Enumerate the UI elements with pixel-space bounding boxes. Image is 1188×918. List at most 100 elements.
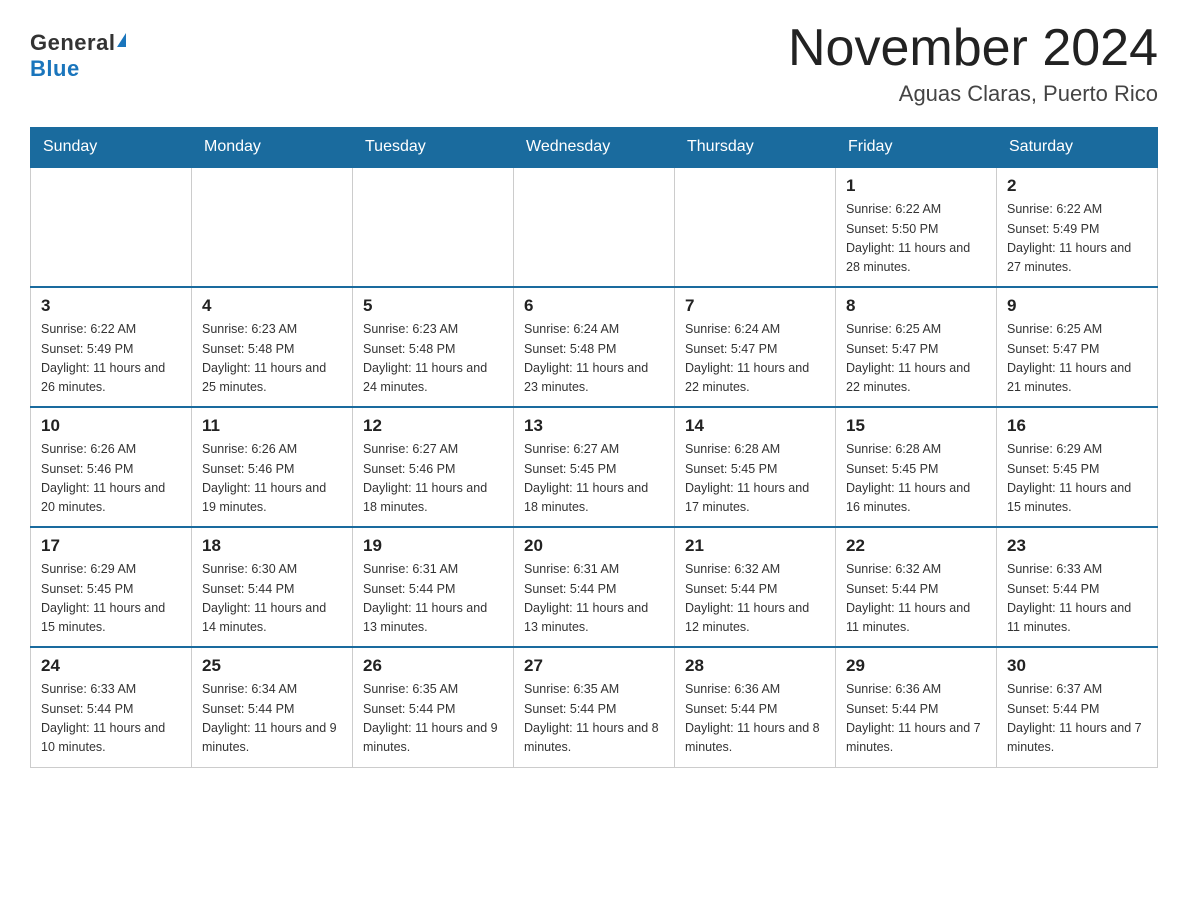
day-number: 13 (524, 416, 664, 436)
day-number: 28 (685, 656, 825, 676)
day-number: 4 (202, 296, 342, 316)
logo-triangle-icon (117, 33, 126, 47)
day-number: 23 (1007, 536, 1147, 556)
day-number: 14 (685, 416, 825, 436)
week-row-5: 24Sunrise: 6:33 AMSunset: 5:44 PMDayligh… (31, 647, 1158, 767)
weekday-header-wednesday: Wednesday (514, 128, 675, 168)
weekday-header-tuesday: Tuesday (353, 128, 514, 168)
calendar-cell: 18 Sunrise: 6:30 AMSunset: 5:44 PMDayligh… (192, 527, 353, 647)
calendar-cell (675, 167, 836, 287)
day-info: Sunrise: 6:37 AMSunset: 5:44 PMDaylight:… (1007, 680, 1147, 758)
day-info: Sunrise: 6:31 AMSunset: 5:44 PMDaylight:… (363, 560, 503, 638)
day-info: Sunrise: 6:22 AMSunset: 5:49 PMDaylight:… (1007, 200, 1147, 278)
day-number: 27 (524, 656, 664, 676)
day-info: Sunrise: 6:24 AMSunset: 5:47 PMDaylight:… (685, 320, 825, 398)
day-info: Sunrise: 6:33 AMSunset: 5:44 PMDaylight:… (41, 680, 181, 758)
calendar-cell: 28 Sunrise: 6:36 AMSunset: 5:44 PMDayligh… (675, 647, 836, 767)
calendar-cell (353, 167, 514, 287)
day-number: 19 (363, 536, 503, 556)
calendar-cell: 14 Sunrise: 6:28 AMSunset: 5:45 PMDayligh… (675, 407, 836, 527)
page-header: General Blue November 2024 Aguas Claras,… (30, 20, 1158, 107)
calendar-cell: 3Sunrise: 6:22 AMSunset: 5:49 PMDaylight… (31, 287, 192, 407)
day-number: 5 (363, 296, 503, 316)
day-info: Sunrise: 6:32 AMSunset: 5:44 PMDaylight:… (685, 560, 825, 638)
location-title: Aguas Claras, Puerto Rico (788, 81, 1158, 107)
day-number: 20 (524, 536, 664, 556)
day-number: 15 (846, 416, 986, 436)
day-info: Sunrise: 6:28 AMSunset: 5:45 PMDaylight:… (685, 440, 825, 518)
calendar-cell: 29 Sunrise: 6:36 AMSunset: 5:44 PMDayligh… (836, 647, 997, 767)
calendar-cell: 9Sunrise: 6:25 AMSunset: 5:47 PMDaylight… (997, 287, 1158, 407)
day-number: 12 (363, 416, 503, 436)
day-info: Sunrise: 6:34 AMSunset: 5:44 PMDaylight:… (202, 680, 342, 758)
calendar-cell: 30 Sunrise: 6:37 AMSunset: 5:44 PMDayligh… (997, 647, 1158, 767)
calendar-cell: 10 Sunrise: 6:26 AMSunset: 5:46 PMDayligh… (31, 407, 192, 527)
day-info: Sunrise: 6:36 AMSunset: 5:44 PMDaylight:… (846, 680, 986, 758)
calendar-table: SundayMondayTuesdayWednesdayThursdayFrid… (30, 127, 1158, 768)
day-info: Sunrise: 6:27 AMSunset: 5:45 PMDaylight:… (524, 440, 664, 518)
weekday-header-friday: Friday (836, 128, 997, 168)
calendar-cell (192, 167, 353, 287)
day-number: 22 (846, 536, 986, 556)
day-info: Sunrise: 6:23 AMSunset: 5:48 PMDaylight:… (363, 320, 503, 398)
weekday-header-row: SundayMondayTuesdayWednesdayThursdayFrid… (31, 128, 1158, 168)
day-number: 11 (202, 416, 342, 436)
calendar-cell: 19 Sunrise: 6:31 AMSunset: 5:44 PMDayligh… (353, 527, 514, 647)
day-number: 30 (1007, 656, 1147, 676)
day-info: Sunrise: 6:32 AMSunset: 5:44 PMDaylight:… (846, 560, 986, 638)
day-number: 7 (685, 296, 825, 316)
day-number: 9 (1007, 296, 1147, 316)
calendar-cell: 17Sunrise: 6:29 AMSunset: 5:45 PMDayligh… (31, 527, 192, 647)
calendar-cell: 27 Sunrise: 6:35 AMSunset: 5:44 PMDayligh… (514, 647, 675, 767)
day-info: Sunrise: 6:35 AMSunset: 5:44 PMDaylight:… (363, 680, 503, 758)
weekday-header-thursday: Thursday (675, 128, 836, 168)
month-title: November 2024 (788, 20, 1158, 77)
day-number: 25 (202, 656, 342, 676)
day-number: 6 (524, 296, 664, 316)
day-number: 16 (1007, 416, 1147, 436)
calendar-cell: 8 Sunrise: 6:25 AMSunset: 5:47 PMDaylight… (836, 287, 997, 407)
calendar-cell: 22 Sunrise: 6:32 AMSunset: 5:44 PMDayligh… (836, 527, 997, 647)
day-number: 21 (685, 536, 825, 556)
day-number: 1 (846, 176, 986, 196)
day-info: Sunrise: 6:29 AMSunset: 5:45 PMDaylight:… (1007, 440, 1147, 518)
day-info: Sunrise: 6:30 AMSunset: 5:44 PMDaylight:… (202, 560, 342, 638)
calendar-cell: 7 Sunrise: 6:24 AMSunset: 5:47 PMDaylight… (675, 287, 836, 407)
day-info: Sunrise: 6:22 AMSunset: 5:49 PMDaylight:… (41, 320, 181, 398)
day-info: Sunrise: 6:35 AMSunset: 5:44 PMDaylight:… (524, 680, 664, 758)
calendar-cell: 21 Sunrise: 6:32 AMSunset: 5:44 PMDayligh… (675, 527, 836, 647)
day-number: 8 (846, 296, 986, 316)
week-row-3: 10 Sunrise: 6:26 AMSunset: 5:46 PMDayligh… (31, 407, 1158, 527)
day-info: Sunrise: 6:26 AMSunset: 5:46 PMDaylight:… (202, 440, 342, 518)
logo-blue-text: Blue (30, 56, 80, 82)
day-info: Sunrise: 6:25 AMSunset: 5:47 PMDaylight:… (846, 320, 986, 398)
week-row-2: 3Sunrise: 6:22 AMSunset: 5:49 PMDaylight… (31, 287, 1158, 407)
calendar-cell: 11 Sunrise: 6:26 AMSunset: 5:46 PMDayligh… (192, 407, 353, 527)
day-info: Sunrise: 6:27 AMSunset: 5:46 PMDaylight:… (363, 440, 503, 518)
day-info: Sunrise: 6:24 AMSunset: 5:48 PMDaylight:… (524, 320, 664, 398)
weekday-header-sunday: Sunday (31, 128, 192, 168)
day-number: 29 (846, 656, 986, 676)
weekday-header-monday: Monday (192, 128, 353, 168)
calendar-cell: 13 Sunrise: 6:27 AMSunset: 5:45 PMDayligh… (514, 407, 675, 527)
calendar-cell: 6 Sunrise: 6:24 AMSunset: 5:48 PMDaylight… (514, 287, 675, 407)
day-info: Sunrise: 6:22 AMSunset: 5:50 PMDaylight:… (846, 200, 986, 278)
day-info: Sunrise: 6:29 AMSunset: 5:45 PMDaylight:… (41, 560, 181, 638)
day-number: 18 (202, 536, 342, 556)
weekday-header-saturday: Saturday (997, 128, 1158, 168)
week-row-4: 17Sunrise: 6:29 AMSunset: 5:45 PMDayligh… (31, 527, 1158, 647)
day-info: Sunrise: 6:28 AMSunset: 5:45 PMDaylight:… (846, 440, 986, 518)
calendar-cell (514, 167, 675, 287)
calendar-cell: 5 Sunrise: 6:23 AMSunset: 5:48 PMDaylight… (353, 287, 514, 407)
calendar-cell (31, 167, 192, 287)
day-info: Sunrise: 6:26 AMSunset: 5:46 PMDaylight:… (41, 440, 181, 518)
day-info: Sunrise: 6:23 AMSunset: 5:48 PMDaylight:… (202, 320, 342, 398)
calendar-cell: 2Sunrise: 6:22 AMSunset: 5:49 PMDaylight… (997, 167, 1158, 287)
day-info: Sunrise: 6:33 AMSunset: 5:44 PMDaylight:… (1007, 560, 1147, 638)
day-number: 10 (41, 416, 181, 436)
logo: General Blue (30, 20, 126, 82)
day-info: Sunrise: 6:36 AMSunset: 5:44 PMDaylight:… (685, 680, 825, 758)
calendar-cell: 16 Sunrise: 6:29 AMSunset: 5:45 PMDayligh… (997, 407, 1158, 527)
calendar-cell: 4 Sunrise: 6:23 AMSunset: 5:48 PMDaylight… (192, 287, 353, 407)
calendar-cell: 25 Sunrise: 6:34 AMSunset: 5:44 PMDayligh… (192, 647, 353, 767)
